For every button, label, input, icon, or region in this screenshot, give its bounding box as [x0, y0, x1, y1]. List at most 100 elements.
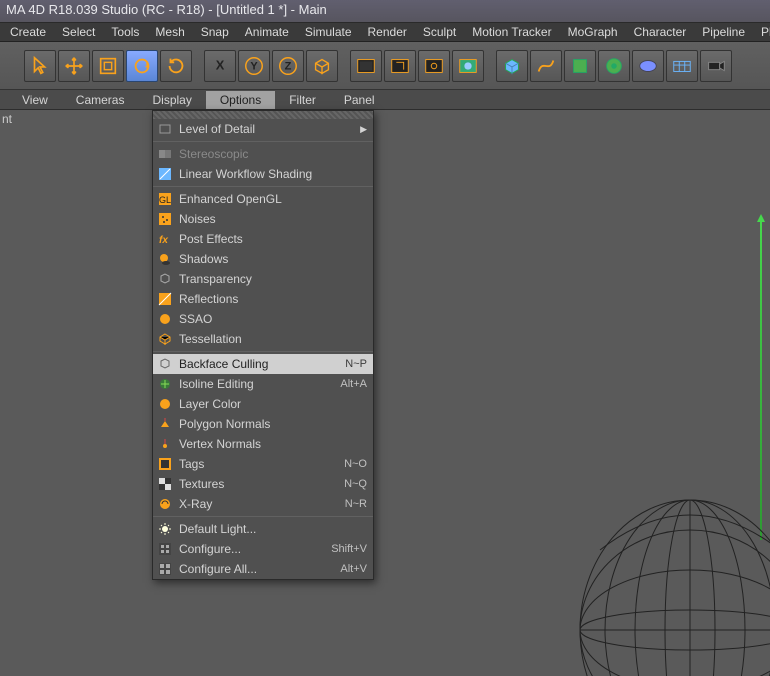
menu-item-reflections[interactable]: Reflections [153, 289, 373, 309]
menu-item-shortcut: N~Q [344, 478, 367, 490]
menu-separator [153, 351, 373, 352]
menu-separator [153, 186, 373, 187]
tab-cameras[interactable]: Cameras [62, 91, 139, 109]
level-of-detail-icon [157, 121, 173, 137]
axis-z-toggle[interactable]: Z [272, 50, 304, 82]
menu-item-enhanced-opengl[interactable]: GLEnhanced OpenGL [153, 189, 373, 209]
svg-text:fx: fx [159, 235, 168, 246]
submenu-arrow-icon: ▶ [360, 124, 367, 135]
menu-select[interactable]: Select [54, 23, 103, 41]
axis-x-toggle[interactable]: X [204, 50, 236, 82]
menu-character[interactable]: Character [626, 23, 695, 41]
shadows-icon [157, 251, 173, 267]
add-light[interactable] [700, 50, 732, 82]
menu-item-configure-all[interactable]: Configure All...Alt+V [153, 559, 373, 579]
transparency-icon [157, 271, 173, 287]
add-generator[interactable] [564, 50, 596, 82]
menu-item-tessellation[interactable]: Tessellation [153, 329, 373, 349]
menu-item-shortcut: N~P [345, 358, 367, 370]
menu-item-x-ray[interactable]: X-RayN~R [153, 494, 373, 514]
polygon-normals-icon [157, 416, 173, 432]
add-camera[interactable] [666, 50, 698, 82]
tool-rotate[interactable] [126, 50, 158, 82]
menu-item-default-light[interactable]: Default Light... [153, 519, 373, 539]
menu-animate[interactable]: Animate [237, 23, 297, 41]
menu-item-tags[interactable]: TagsN~O [153, 454, 373, 474]
viewport[interactable]: nt [0, 110, 770, 676]
add-spline[interactable] [530, 50, 562, 82]
viewport-tabs: View Cameras Display Options Filter Pane… [0, 90, 770, 110]
menu-mograph[interactable]: MoGraph [560, 23, 626, 41]
menu-item-label: Layer Color [179, 397, 367, 411]
x-ray-icon [157, 496, 173, 512]
menu-item-transparency[interactable]: Transparency [153, 269, 373, 289]
tool-scale[interactable] [92, 50, 124, 82]
menu-item-textures[interactable]: Textures N~Q [153, 474, 373, 494]
tab-filter[interactable]: Filter [275, 91, 330, 109]
tool-cursor[interactable] [24, 50, 56, 82]
menu-snap[interactable]: Snap [193, 23, 237, 41]
menu-item-label: Configure... [179, 542, 323, 556]
svg-text:Y: Y [250, 60, 258, 72]
menu-separator [153, 516, 373, 517]
configure-icon [157, 541, 173, 557]
menu-item-layer-color[interactable]: Layer Color [153, 394, 373, 414]
wireframe-sphere [570, 490, 770, 676]
menu-item-configure[interactable]: Configure...Shift+V [153, 539, 373, 559]
menu-motion-tracker[interactable]: Motion Tracker [464, 23, 559, 41]
textures-icon [157, 476, 173, 492]
menu-item-polygon-normals[interactable]: Polygon Normals [153, 414, 373, 434]
menu-item-label: Shadows [179, 252, 367, 266]
menu-item-label: Vertex Normals [179, 437, 367, 451]
render-region[interactable] [384, 50, 416, 82]
menu-item-level-of-detail[interactable]: Level of Detail ▶ [153, 119, 373, 139]
render-view[interactable] [350, 50, 382, 82]
menu-item-label: Level of Detail [179, 122, 354, 136]
add-deformer[interactable] [598, 50, 630, 82]
tool-rotate-alt[interactable] [160, 50, 192, 82]
tab-display[interactable]: Display [138, 91, 205, 109]
menu-item-ssao[interactable]: SSAO [153, 309, 373, 329]
dropdown-drag-handle[interactable] [153, 111, 373, 119]
axis-y-toggle[interactable]: Y [238, 50, 270, 82]
menu-sculpt[interactable]: Sculpt [415, 23, 464, 41]
main-toolbar: X Y Z [0, 42, 770, 90]
menu-item-post-effects[interactable]: fxPost Effects [153, 229, 373, 249]
menu-item-backface-culling[interactable]: Backface CullingN~P [153, 354, 373, 374]
menu-item-label: Isoline Editing [179, 377, 332, 391]
menu-item-isoline-editing[interactable]: Isoline EditingAlt+A [153, 374, 373, 394]
add-environment[interactable] [632, 50, 664, 82]
menu-render[interactable]: Render [360, 23, 415, 41]
reflections-icon [157, 291, 173, 307]
menu-tools[interactable]: Tools [103, 23, 147, 41]
tab-options[interactable]: Options [206, 91, 275, 109]
default-light-icon [157, 521, 173, 537]
tab-view[interactable]: View [8, 91, 62, 109]
menu-item-label: Tags [179, 457, 336, 471]
menu-item-label: Reflections [179, 292, 367, 306]
menu-item-label: Transparency [179, 272, 367, 286]
isoline-editing-icon [157, 376, 173, 392]
render-settings[interactable] [418, 50, 450, 82]
tab-panel[interactable]: Panel [330, 91, 389, 109]
menu-item-label: X-Ray [179, 497, 337, 511]
menu-mesh[interactable]: Mesh [147, 23, 192, 41]
menu-create[interactable]: Create [2, 23, 54, 41]
ssao-icon [157, 311, 173, 327]
coord-system[interactable] [306, 50, 338, 82]
add-cube[interactable] [496, 50, 528, 82]
tool-move[interactable] [58, 50, 90, 82]
menu-item-shortcut: Alt+V [340, 563, 367, 575]
menu-item-label: Textures [179, 477, 336, 491]
menu-item-noises[interactable]: Noises [153, 209, 373, 229]
menu-item-linear-workflow-shading[interactable]: Linear Workflow Shading [153, 164, 373, 184]
stereoscopic-icon [157, 146, 173, 162]
menu-plugins[interactable]: Plugins [753, 23, 770, 41]
linear-workflow-shading-icon [157, 166, 173, 182]
menu-item-label: Noises [179, 212, 367, 226]
render-manager[interactable] [452, 50, 484, 82]
menu-item-vertex-normals[interactable]: Vertex Normals [153, 434, 373, 454]
menu-item-shadows[interactable]: Shadows [153, 249, 373, 269]
menu-pipeline[interactable]: Pipeline [694, 23, 753, 41]
menu-simulate[interactable]: Simulate [297, 23, 360, 41]
